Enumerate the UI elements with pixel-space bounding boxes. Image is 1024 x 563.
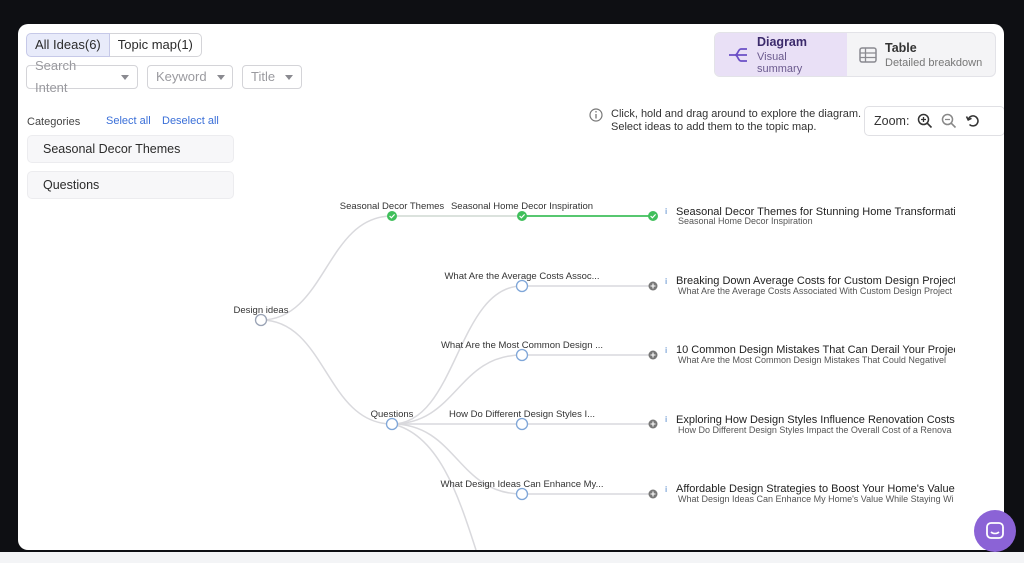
- branch-node[interactable]: [517, 211, 527, 221]
- chat-launcher-button[interactable]: [974, 510, 1016, 552]
- page-footer-band: [0, 552, 1024, 563]
- topic-diagram[interactable]: Design ideas Seasonal Decor Themes Quest…: [18, 24, 1004, 550]
- branch-node[interactable]: [515, 279, 529, 293]
- branch-node-label: Seasonal Home Decor Inspiration: [451, 201, 593, 212]
- root-node[interactable]: [254, 313, 268, 327]
- info-icon[interactable]: i: [665, 277, 667, 286]
- idea-subtitle: Seasonal Home Decor Inspiration: [678, 216, 813, 226]
- main-card: All Ideas(6) Topic map(1) Search Intent …: [18, 24, 1004, 550]
- link-questions-branch: [391, 285, 523, 425]
- category-node-questions[interactable]: [385, 417, 399, 431]
- idea-subtitle: How Do Different Design Styles Impact th…: [678, 425, 951, 435]
- chat-icon: [986, 522, 1004, 539]
- idea-subtitle: What Design Ideas Can Enhance My Home's …: [678, 494, 954, 504]
- info-icon[interactable]: i: [665, 485, 667, 494]
- branch-node[interactable]: [515, 348, 529, 362]
- info-icon[interactable]: i: [665, 346, 667, 355]
- info-icon[interactable]: i: [665, 207, 667, 216]
- branch-node[interactable]: [515, 487, 529, 501]
- category-node-seasonal[interactable]: [387, 211, 397, 221]
- branch-node[interactable]: [515, 417, 529, 431]
- idea-subtitle: What Are the Average Costs Associated Wi…: [678, 286, 952, 296]
- info-icon[interactable]: i: [665, 415, 667, 424]
- category-node-label: Seasonal Decor Themes: [340, 201, 445, 212]
- idea-node-selected[interactable]: [648, 211, 658, 221]
- idea-subtitle: What Are the Most Common Design Mistakes…: [678, 355, 946, 365]
